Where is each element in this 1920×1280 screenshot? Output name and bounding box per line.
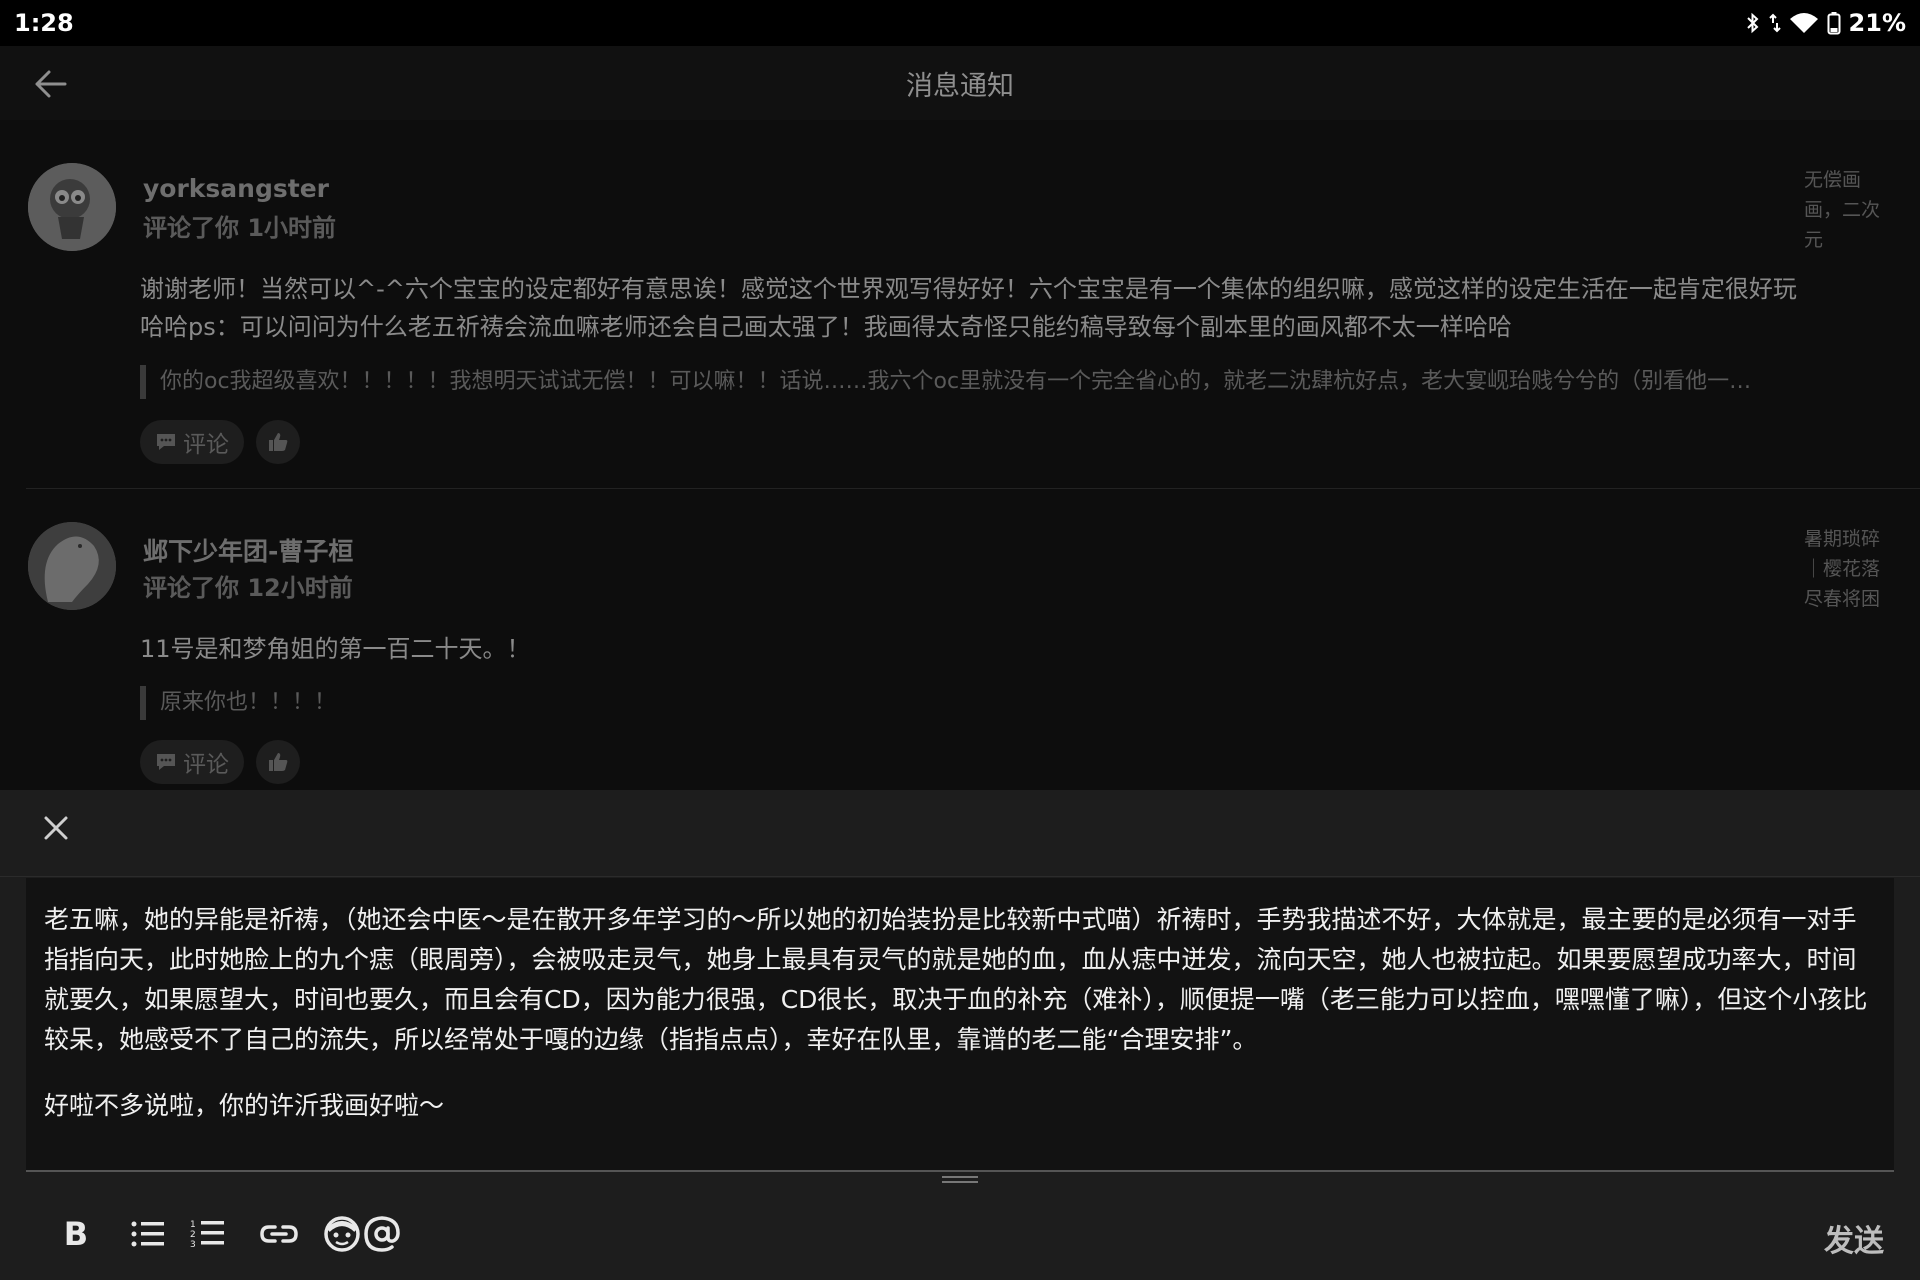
panel-divider	[0, 876, 1920, 877]
thumbs-up-icon	[269, 433, 288, 451]
comment-button[interactable]: 评论	[140, 420, 244, 464]
like-button[interactable]	[256, 420, 300, 464]
user-name[interactable]: 邺下少年团-曹子桓	[143, 532, 353, 568]
emoji-icon	[324, 1216, 360, 1252]
back-button[interactable]	[30, 64, 70, 104]
numbered-list-icon: 1 2 3	[190, 1220, 224, 1250]
close-button[interactable]	[38, 810, 74, 846]
resize-handle[interactable]	[942, 1176, 978, 1186]
arrow-left-icon	[35, 70, 67, 98]
comment-button[interactable]: 评论	[140, 740, 244, 784]
close-icon	[44, 816, 68, 840]
bold-icon: B	[63, 1215, 89, 1253]
battery-icon	[1827, 12, 1841, 35]
link-icon	[260, 1225, 298, 1243]
quoted-comment[interactable]: 你的oc我超级喜欢！！！！！我想明天试试无偿！！可以嘛！！话说……我六个oc里就…	[140, 365, 1910, 399]
quoted-comment[interactable]: 原来你也！！！！	[140, 686, 1910, 720]
svg-text:2: 2	[190, 1230, 196, 1240]
like-button[interactable]	[256, 740, 300, 784]
action-text: 评论了你 1小时前	[143, 214, 337, 242]
status-bar: 1:28 21%	[0, 0, 1920, 46]
user-name[interactable]: yorksangster	[143, 174, 329, 203]
mention-icon	[364, 1216, 400, 1252]
numbered-list-button[interactable]: 1 2 3	[184, 1210, 232, 1258]
reply-panel: 老五嘛，她的异能是祈祷，（她还会中医～是在散开多年学习的～所以她的初始装扮是比较…	[0, 790, 1920, 1280]
bluetooth-icon	[1746, 12, 1759, 34]
battery-percent: 21%	[1848, 9, 1906, 37]
avatar-image	[28, 522, 116, 610]
thumbs-up-icon	[269, 753, 288, 771]
comment-body: 谢谢老师！当然可以^-^六个宝宝的设定都好有意思诶！感觉这个世界观写得好好！六个…	[140, 275, 1797, 341]
svg-text:1: 1	[190, 1220, 196, 1230]
avatar[interactable]	[28, 522, 116, 610]
bullet-list-button[interactable]	[124, 1210, 172, 1258]
link-button[interactable]	[255, 1210, 303, 1258]
bold-button[interactable]: B	[52, 1210, 100, 1258]
post-tag[interactable]: 无偿画画，二次元	[1804, 165, 1894, 255]
comment-body: 11号是和梦角姐的第一百二十天。！	[140, 635, 531, 663]
status-time: 1:28	[14, 9, 74, 37]
reply-paragraph: 好啦不多说啦，你的许沂我画好啦～	[44, 1091, 445, 1120]
wifi-icon	[1789, 13, 1818, 33]
comment-label: 评论	[183, 432, 229, 458]
formatting-toolbar: B 1 2 3 发送	[0, 1190, 1920, 1280]
avatar-image	[28, 163, 116, 251]
app-header: 消息通知	[0, 46, 1920, 120]
reply-textarea[interactable]: 老五嘛，她的异能是祈祷，（她还会中医～是在散开多年学习的～所以她的初始装扮是比较…	[26, 878, 1894, 1170]
data-arrows-icon	[1768, 13, 1781, 33]
mention-button[interactable]	[358, 1210, 406, 1258]
post-tag[interactable]: 暑期琐碎｜樱花落尽春将困	[1804, 524, 1894, 614]
comment-icon	[157, 754, 175, 770]
divider	[26, 488, 1920, 489]
avatar[interactable]	[28, 163, 116, 251]
reply-paragraph: 老五嘛，她的异能是祈祷，（她还会中医～是在散开多年学习的～所以她的初始装扮是比较…	[44, 905, 1868, 1054]
comment-label: 评论	[183, 752, 229, 778]
comment-icon	[157, 434, 175, 450]
svg-text:3: 3	[190, 1240, 196, 1250]
status-icons: 21%	[1745, 9, 1906, 37]
page-title: 消息通知	[906, 70, 1014, 102]
bullet-list-icon	[131, 1221, 164, 1247]
notification-feed[interactable]: yorksangster 评论了你 1小时前 无偿画画，二次元 谢谢老师！当然可…	[0, 120, 1920, 790]
send-button[interactable]: 发送	[1824, 1216, 1884, 1260]
action-text: 评论了你 12小时前	[143, 574, 353, 602]
editor-border	[26, 1170, 1894, 1172]
